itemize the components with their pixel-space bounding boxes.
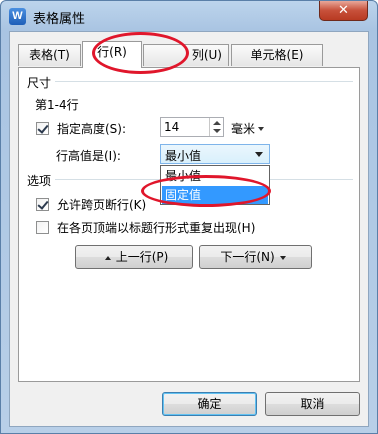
dialog-title: 表格属性	[33, 12, 86, 27]
row-height-value: 14	[164, 120, 180, 134]
specify-height-checkbox[interactable]	[36, 122, 49, 135]
option-fixed[interactable]: 固定值	[162, 186, 268, 204]
next-row-label: 下一行(N)	[220, 250, 275, 264]
row-tab-panel: 尺寸 第1-4行 指定高度(S): 14 毫米 行高值是(I): 最小值 选项	[18, 67, 360, 382]
cancel-button[interactable]: 取消	[265, 392, 360, 416]
height-is-label: 行高值是(I):	[56, 149, 121, 163]
height-rule-selected: 最小值	[165, 149, 202, 163]
allow-break-checkbox[interactable]	[36, 198, 49, 211]
spinner-arrows[interactable]	[209, 118, 223, 136]
unit-select[interactable]: 毫米	[231, 120, 255, 137]
tab-table[interactable]: 表格(T)	[18, 44, 81, 66]
close-icon: ✕	[338, 3, 349, 18]
size-group-title: 尺寸	[27, 76, 52, 90]
specify-height-label: 指定高度(S):	[57, 122, 127, 136]
repeat-header-label: 在各页顶端以标题行形式重复出现(H)	[57, 221, 256, 235]
arrow-up-icon	[104, 255, 111, 260]
dialog-client-area: 表格(T) 行(R) 列(U) 单元格(E) 尺寸 第1-4行 指定高度(S):…	[9, 31, 369, 427]
size-group-divider	[55, 81, 353, 82]
previous-row-button[interactable]: 上一行(P)	[75, 245, 193, 269]
row-height-spinner[interactable]: 14	[160, 117, 224, 137]
ok-button[interactable]: 确定	[162, 392, 257, 416]
height-rule-combo[interactable]: 最小值	[160, 144, 270, 164]
allow-break-label: 允许跨页断行(K)	[57, 198, 147, 212]
close-button[interactable]: ✕	[319, 1, 368, 21]
rows-range-label: 第1-4行	[35, 98, 79, 112]
next-row-button[interactable]: 下一行(N)	[199, 245, 312, 269]
height-rule-dropdown: 最小值 固定值	[160, 165, 270, 205]
options-group-title: 选项	[27, 174, 52, 188]
repeat-header-checkbox[interactable]	[36, 221, 49, 234]
spin-up-icon[interactable]	[213, 121, 221, 125]
previous-row-label: 上一行(P)	[115, 250, 169, 264]
spin-down-icon[interactable]	[213, 129, 221, 133]
tab-cell[interactable]: 单元格(E)	[231, 44, 323, 66]
title-bar[interactable]: W 表格属性 ✕	[1, 1, 377, 31]
option-minimum[interactable]: 最小值	[162, 167, 268, 185]
tab-row[interactable]: 行(R)	[82, 41, 142, 68]
arrow-down-icon	[279, 255, 286, 260]
chevron-down-icon[interactable]	[255, 152, 263, 157]
unit-caret-icon[interactable]	[258, 127, 264, 131]
tab-column[interactable]: 列(U)	[143, 44, 229, 66]
table-properties-dialog: W 表格属性 ✕ 表格(T) 行(R) 列(U) 单元格(E) 尺寸 第1-4行…	[0, 0, 378, 434]
wps-writer-icon: W	[9, 8, 26, 25]
